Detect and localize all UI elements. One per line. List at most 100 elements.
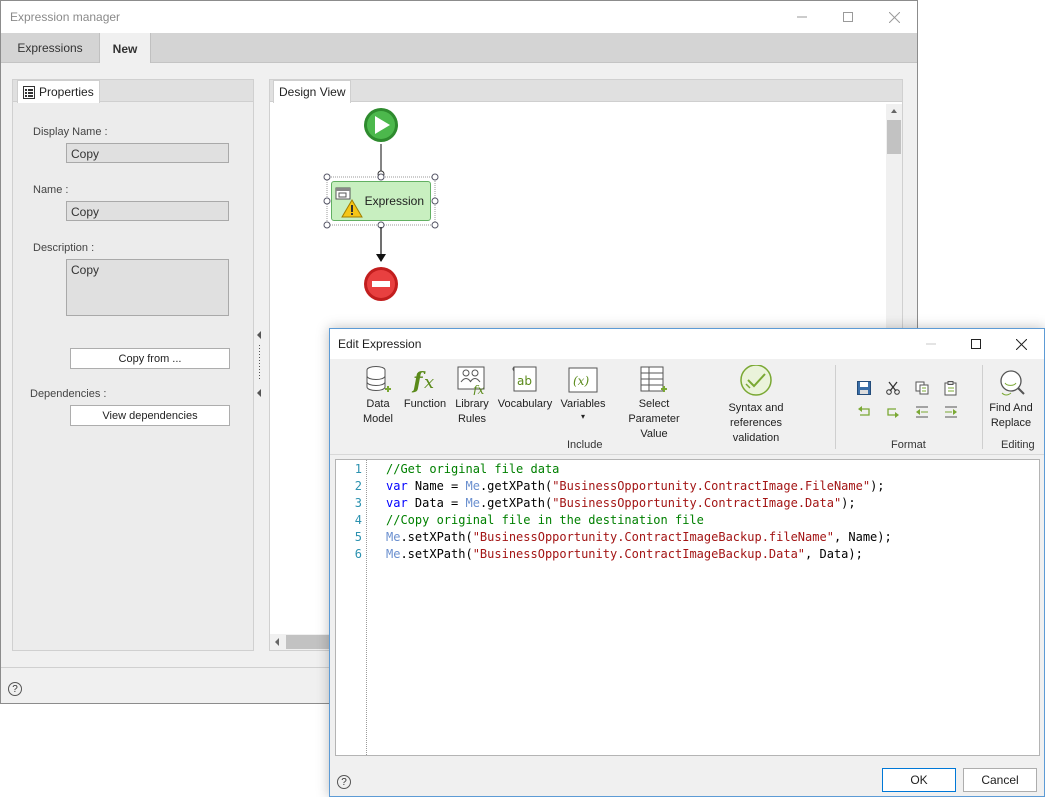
code-token: Me (465, 479, 480, 493)
undo-button[interactable] (855, 403, 873, 421)
dependencies-label: Dependencies : (30, 388, 107, 400)
redo-icon (887, 408, 899, 418)
library-rules-label-2: Rules (457, 413, 487, 425)
indent-icon (945, 406, 957, 418)
code-token: Me (465, 496, 480, 510)
code-token: .setXPath( (400, 547, 473, 561)
code-token: var (386, 479, 408, 493)
end-node-icon[interactable] (364, 267, 398, 301)
save-icon (857, 381, 871, 395)
design-view-tab-label: Design View (279, 85, 346, 99)
format-group-label: Format (891, 439, 926, 451)
data-model-button[interactable]: Data Model (360, 365, 396, 427)
panel-splitter[interactable] (257, 331, 262, 401)
copy-from-button[interactable]: Copy from ... (70, 348, 230, 369)
expression-warning-icon (335, 187, 363, 218)
copy-icon (915, 381, 929, 395)
find-replace-label-2: Replace (990, 417, 1032, 429)
vocabulary-icon: ab (512, 366, 537, 392)
code-token: .getXPath( (479, 479, 553, 493)
properties-tab-label: Properties (39, 85, 94, 99)
function-icon: f x (411, 368, 434, 394)
data-model-label-1: Data (366, 398, 390, 410)
ok-button[interactable]: OK (882, 768, 956, 792)
paste-icon (944, 380, 957, 395)
arrow-head-icon (376, 254, 386, 262)
select-parameter-value-button[interactable]: Select Parameter Value (612, 365, 696, 442)
vertical-scroll-thumb[interactable] (887, 120, 901, 154)
name-field[interactable]: Copy (66, 201, 229, 221)
line-number: 4 (354, 513, 362, 527)
code-token: ); (841, 496, 856, 510)
variables-icon: (x) (568, 367, 598, 393)
code-line: //Copy original file in the destination … (386, 513, 704, 527)
description-field[interactable]: Copy (66, 259, 229, 316)
syntax-validation-button[interactable]: Syntax and references validation (702, 365, 810, 446)
edit-expression-dialog: Edit Expression Data Model f x Function … (329, 328, 1045, 797)
horizontal-scroll-thumb[interactable] (286, 635, 330, 649)
select-parameter-icon (640, 366, 667, 392)
dialog-maximize-button[interactable] (953, 328, 999, 360)
dialog-close-button[interactable] (998, 328, 1044, 360)
manager-tabs: Expressions New (1, 33, 917, 64)
save-button[interactable] (855, 379, 873, 397)
svg-text:ab: ab (517, 374, 532, 388)
scroll-left-icon[interactable] (270, 634, 284, 650)
dialog-help-icon[interactable]: ? (337, 775, 351, 789)
variables-dropdown-arrow: ▾ (580, 412, 585, 421)
tab-new[interactable]: New (99, 33, 151, 64)
design-view-tab[interactable]: Design View (273, 80, 352, 103)
find-and-replace-button[interactable]: Find And Replace (986, 369, 1036, 431)
tab-expressions[interactable]: Expressions (1, 33, 99, 63)
vocabulary-button[interactable]: ab Vocabulary (496, 365, 554, 412)
view-dependencies-button[interactable]: View dependencies (70, 405, 230, 426)
variables-button[interactable]: (x) Variables ▾ (558, 365, 608, 422)
minimize-icon (797, 16, 807, 18)
code-token: Me (386, 547, 401, 561)
design-tab-strip (270, 80, 902, 102)
code-token: , Name); (833, 530, 892, 544)
syntax-validation-label-2: validation (732, 432, 780, 444)
library-rules-button[interactable]: fx Library Rules (453, 365, 491, 427)
code-token: var (386, 496, 408, 510)
maximize-button[interactable] (825, 1, 871, 33)
display-name-field[interactable]: Copy (66, 143, 229, 163)
svg-text:fx: fx (472, 383, 484, 395)
help-icon[interactable]: ? (8, 682, 22, 696)
code-token: //Get original file data (386, 462, 560, 476)
svg-text:(x): (x) (573, 374, 589, 388)
function-button[interactable]: f x Function (402, 365, 448, 412)
close-button[interactable] (871, 1, 917, 33)
expression-node-label: Expression (364, 194, 424, 208)
expression-node[interactable]: Expression (331, 181, 431, 221)
maximize-icon (971, 339, 981, 349)
paste-button[interactable] (942, 379, 960, 397)
code-token: .getXPath( (479, 496, 553, 510)
variables-label: Variables (560, 398, 606, 410)
code-token: "BusinessOpportunity.ContractImage.Data" (552, 496, 842, 510)
cancel-button[interactable]: Cancel (963, 768, 1037, 792)
indent-button[interactable] (942, 403, 960, 421)
svg-text:x: x (424, 372, 434, 393)
line-number: 2 (354, 479, 362, 493)
line-number: 1 (354, 462, 362, 476)
line-number-gutter: 1 2 3 4 5 6 (336, 460, 367, 755)
redo-button[interactable] (884, 403, 902, 421)
start-node-icon[interactable] (364, 108, 398, 142)
code-token: .setXPath( (400, 530, 473, 544)
dialog-minimize-button[interactable] (908, 328, 954, 360)
ribbon-separator (835, 365, 836, 449)
properties-tab[interactable]: Properties (17, 80, 100, 103)
syntax-validation-label-1: Syntax and references (728, 402, 784, 429)
title-bar: Expression manager (1, 1, 917, 33)
scroll-up-icon[interactable] (886, 104, 902, 118)
ribbon: Data Model f x Function fx Library Rules (330, 359, 1044, 455)
outdent-button[interactable] (913, 403, 931, 421)
code-editor[interactable]: 1 2 3 4 5 6 //Get original file data var Name … (335, 459, 1040, 756)
copy-button[interactable] (913, 379, 931, 397)
cut-button[interactable] (884, 379, 902, 397)
code-line: var Data = Me.getXPath("BusinessOpportun… (386, 496, 856, 510)
minimize-button[interactable] (779, 1, 825, 33)
code-line: //Get original file data (386, 462, 559, 476)
display-name-label: Display Name : (33, 126, 108, 138)
